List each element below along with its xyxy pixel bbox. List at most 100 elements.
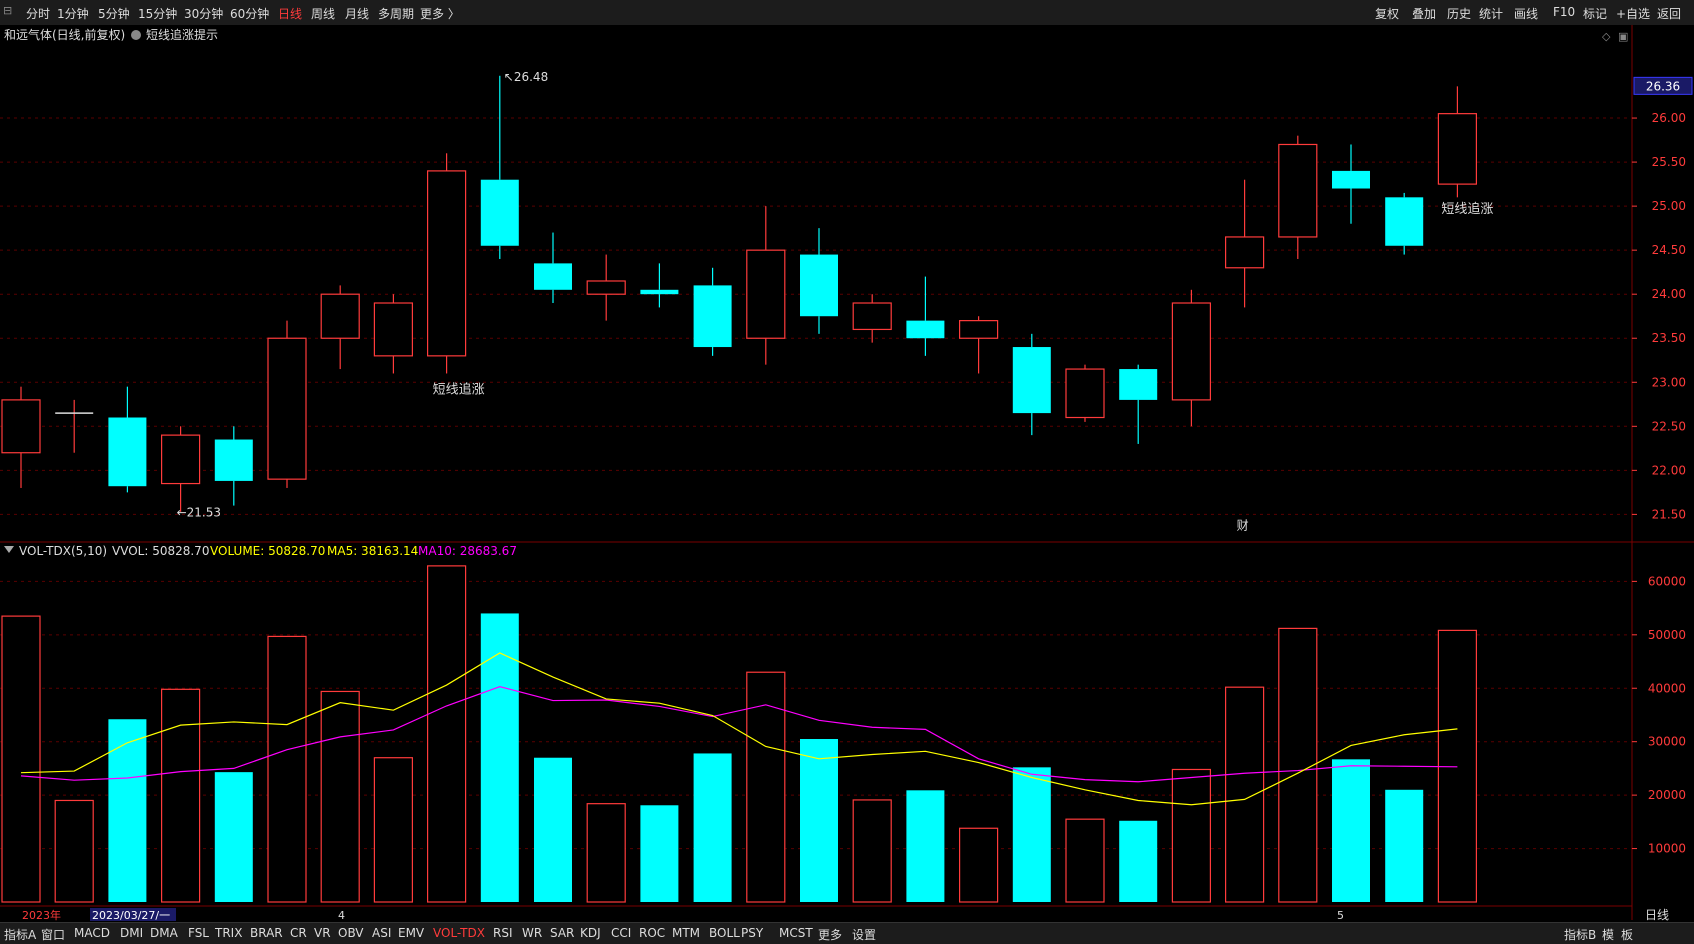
- volume-bar-down: [108, 719, 147, 902]
- indicator-tab-2[interactable]: MACD: [74, 926, 110, 940]
- price-tick-label: 24.00: [1652, 287, 1686, 301]
- candle: [267, 320, 307, 488]
- price-tick-label: 25.50: [1652, 155, 1686, 169]
- volume-bar-up: [1, 615, 41, 903]
- volume-tick-label: 40000: [1648, 681, 1686, 695]
- volume-bar-down: [693, 753, 732, 902]
- indicator-tab-15[interactable]: WR: [522, 926, 542, 940]
- indicator-label: 短线追涨提示: [146, 27, 218, 42]
- indicator-tab-14[interactable]: RSI: [493, 926, 513, 940]
- period-2[interactable]: 5分钟: [98, 5, 130, 22]
- indicator-tab-10[interactable]: OBV: [338, 926, 364, 940]
- volume-bar-down: [480, 613, 519, 902]
- tool-0[interactable]: 复权: [1375, 5, 1399, 22]
- candle-body-up: [746, 249, 786, 339]
- volume-bar-up: [161, 688, 201, 903]
- period-8[interactable]: 月线: [345, 5, 369, 22]
- indicator-tab-23[interactable]: MCST: [779, 926, 813, 940]
- period-10[interactable]: 更多 〉: [420, 5, 460, 22]
- indicator-tab-19[interactable]: ROC: [639, 926, 665, 940]
- period-1[interactable]: 1分钟: [57, 5, 89, 22]
- candle-body-down: [214, 439, 253, 481]
- candle-body-up: [1224, 236, 1265, 269]
- tool-4[interactable]: 画线: [1514, 5, 1538, 22]
- volume-tick-label: 20000: [1648, 788, 1686, 802]
- price-tick-label: 23.50: [1652, 331, 1686, 345]
- period-5[interactable]: 60分钟: [230, 5, 269, 22]
- time-label: 4: [338, 909, 345, 922]
- candle-body-down: [534, 263, 572, 290]
- indicator-tab-13[interactable]: VOL-TDX: [433, 926, 485, 940]
- volume-bar-up: [320, 690, 360, 903]
- bottom-right-tab-1[interactable]: 模: [1602, 926, 1614, 943]
- volume-tick-label: 30000: [1648, 735, 1686, 749]
- collapse-icon[interactable]: ⊟: [3, 4, 17, 18]
- candle-body-up: [161, 434, 201, 485]
- indicator-tab-3[interactable]: DMI: [120, 926, 143, 940]
- indicator-tab-18[interactable]: CCI: [611, 926, 631, 940]
- signal-label: 短线追涨: [1441, 201, 1493, 217]
- candle-body-up: [427, 170, 467, 357]
- kline-chart: www.cfchi.comwww.cfchi.comwww.cfchi.comw…: [0, 25, 1694, 922]
- tool-6[interactable]: 标记: [1583, 5, 1607, 22]
- indicator-tab-5[interactable]: FSL: [188, 926, 209, 940]
- vol-indicator-name: VOL-TDX(5,10): [19, 544, 107, 558]
- candle-body-up: [958, 320, 999, 339]
- volume-bar-up: [373, 757, 413, 903]
- indicator-tab-21[interactable]: BOLL: [709, 926, 740, 940]
- indicator-tab-8[interactable]: CR: [290, 926, 307, 940]
- time-label: 5: [1337, 909, 1344, 922]
- volume-bar-up: [54, 799, 94, 903]
- candle: [1385, 192, 1424, 255]
- indicator-tab-25[interactable]: 设置: [852, 926, 876, 943]
- volume-bar-up: [586, 803, 626, 903]
- volume-bar-up: [267, 635, 307, 903]
- indicator-tab-22[interactable]: PSY: [741, 926, 763, 940]
- candle-body-up: [1278, 143, 1318, 238]
- tool-7[interactable]: +自选: [1616, 5, 1650, 22]
- indicator-tab-24[interactable]: 更多: [818, 926, 842, 943]
- price-tick-label: 26.00: [1652, 111, 1686, 125]
- candle-body-up: [1437, 113, 1478, 185]
- volume-bar-down: [1332, 759, 1370, 902]
- candle-body-up: [320, 293, 360, 339]
- price-tick-label: 21.50: [1652, 507, 1686, 521]
- indicator-tab-12[interactable]: EMV: [398, 926, 424, 940]
- volume-bar-down: [1012, 767, 1051, 902]
- candle-body-up: [373, 302, 413, 357]
- last-price-label: 26.36: [1646, 79, 1680, 93]
- tool-8[interactable]: 返回: [1657, 5, 1681, 22]
- period-3[interactable]: 15分钟: [138, 5, 177, 22]
- volume-bar-down: [214, 772, 253, 902]
- tool-2[interactable]: 历史: [1447, 5, 1471, 22]
- indicator-tab-1[interactable]: 窗口: [41, 926, 65, 943]
- indicator-tab-9[interactable]: VR: [314, 926, 331, 940]
- tool-5[interactable]: F10: [1553, 5, 1575, 19]
- indicator-tab-11[interactable]: ASI: [372, 926, 391, 940]
- candle-body-down: [693, 285, 732, 348]
- indicator-tab-7[interactable]: BRAR: [250, 926, 283, 940]
- tool-3[interactable]: 统计: [1479, 5, 1503, 22]
- indicator-tab-0[interactable]: 指标A: [4, 926, 36, 943]
- bottom-right-tab-0[interactable]: 指标B: [1564, 926, 1596, 943]
- indicator-tab-16[interactable]: SAR: [550, 926, 574, 940]
- indicator-tab-20[interactable]: MTM: [672, 926, 700, 940]
- financial-marker: 财: [1237, 519, 1249, 533]
- period-0[interactable]: 分时: [26, 5, 50, 22]
- period-4[interactable]: 30分钟: [184, 5, 223, 22]
- indicator-tab-4[interactable]: DMA: [150, 926, 178, 940]
- period-9[interactable]: 多周期: [378, 5, 414, 22]
- candle-body-up: [1171, 302, 1212, 401]
- bottom-right-tab-2[interactable]: 板: [1621, 926, 1633, 943]
- price-tick-label: 25.00: [1652, 199, 1686, 213]
- volume-bar-up: [746, 671, 786, 903]
- tool-1[interactable]: 叠加: [1412, 5, 1436, 22]
- candle-body-up: [852, 302, 892, 331]
- candle: [427, 153, 467, 374]
- volume-bar-down: [1119, 820, 1158, 902]
- high-price-label: ↖26.48: [504, 70, 548, 84]
- period-7[interactable]: 周线: [311, 5, 335, 22]
- period-6[interactable]: 日线: [278, 5, 302, 22]
- indicator-tab-6[interactable]: TRIX: [215, 926, 242, 940]
- indicator-tab-17[interactable]: KDJ: [580, 926, 601, 940]
